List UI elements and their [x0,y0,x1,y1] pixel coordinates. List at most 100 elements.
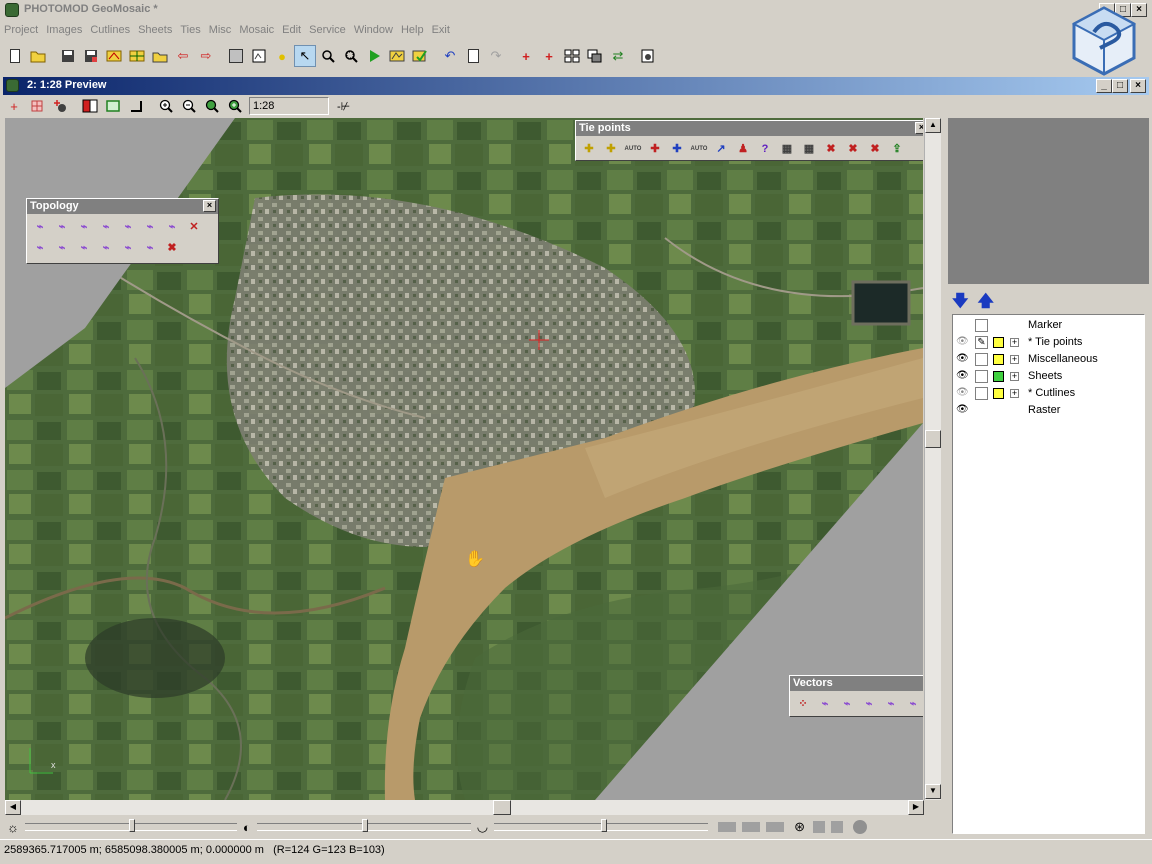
zoom-actual-icon[interactable] [224,95,246,117]
move-layer-up-icon[interactable]: 🡅 [978,293,994,310]
gamma-slider-thumb[interactable] [601,819,608,832]
layer-row[interactable]: 👁 + Miscellaneous [953,351,1143,368]
undo-icon[interactable]: ↶ [439,45,461,67]
horizontal-scrollbar[interactable]: ◀ ▶ [5,800,924,815]
topo-merge-icon[interactable]: ⌁ [51,216,73,237]
app-icon[interactable] [5,3,19,17]
save-icon[interactable] [57,45,79,67]
settings-icon[interactable] [637,45,659,67]
menu-help[interactable]: Help [397,21,428,39]
topo-reshape-icon[interactable]: ⌁ [73,216,95,237]
crosshair-icon[interactable]: + [3,95,25,117]
layer-checkbox[interactable] [975,353,988,366]
tie-person-icon[interactable]: ♟ [732,138,754,159]
disk-icon[interactable] [853,820,868,834]
topology-toolbar-title[interactable]: Topology × [27,199,218,214]
redo-icon[interactable]: ↷ [485,45,507,67]
expand-toggle[interactable]: + [1010,355,1019,364]
scroll-right-button[interactable]: ▶ [908,800,924,815]
tie-auto-icon[interactable]: AUTO [622,138,644,159]
layer-row[interactable]: Marker [953,317,1143,334]
layer-color-swatch[interactable] [993,388,1004,399]
menu-images[interactable]: Images [42,21,86,39]
scroll-left-button[interactable]: ◀ [5,800,21,815]
cutlines-icon[interactable] [103,45,125,67]
menu-ties[interactable]: Ties [176,21,204,39]
layer-row[interactable]: 👁 + * Cutlines [953,385,1143,402]
menu-mosaic[interactable]: Mosaic [235,21,278,39]
sheets-icon[interactable] [126,45,148,67]
layer-color-swatch[interactable] [993,337,1004,348]
menu-exit[interactable]: Exit [428,21,454,39]
tie-delete-all-icon[interactable]: ✖ [842,138,864,159]
menu-edit[interactable]: Edit [278,21,305,39]
topo-curve-icon[interactable]: ⌁ [117,237,139,258]
vertical-scroll-thumb[interactable] [925,430,941,448]
new-icon[interactable] [4,45,26,67]
run-icon[interactable] [363,45,385,67]
layer-view-1-icon[interactable] [813,821,826,833]
vec-select-icon[interactable]: ⌁ [902,693,923,714]
vec-polyline-icon[interactable]: ⌁ [814,693,836,714]
topo-cross-icon[interactable]: ✕ [183,216,205,237]
preview-window-icon[interactable] [6,79,19,92]
move-layer-down-icon[interactable]: 🡇 [952,293,968,310]
menu-service[interactable]: Service [305,21,350,39]
image-icon[interactable] [248,45,270,67]
topo-trim-icon[interactable]: ⌁ [95,237,117,258]
view-mode-1-icon[interactable] [718,822,737,832]
tie-plus-red-icon[interactable]: ✚ [644,138,666,159]
edit-icon[interactable] [409,45,431,67]
target-icon[interactable] [49,95,71,117]
tie-delete-icon[interactable]: ✖ [820,138,842,159]
tie-points-close-button[interactable]: × [915,122,923,134]
topo-split-icon[interactable]: ⌁ [29,216,51,237]
zoom-out-icon[interactable] [178,95,200,117]
vec-line-icon[interactable]: ⌁ [880,693,902,714]
pointer-icon[interactable]: ↖ [294,45,316,67]
tie-arrow-icon[interactable]: ↗ [710,138,732,159]
open-icon[interactable] [27,45,49,67]
tie-grid-add-icon[interactable]: ▦ [776,138,798,159]
layer-row[interactable]: 👁 Raster [953,402,1143,419]
horizontal-scroll-thumb[interactable] [493,800,511,815]
tie-points-toolbar-title[interactable]: Tie points × [576,121,923,136]
tie-add-multi-icon[interactable]: ✚ [600,138,622,159]
forward-arrow-icon[interactable]: ⇨ [195,45,217,67]
vertical-scrollbar[interactable]: ▲ ▼ [924,118,941,800]
tie-export-icon[interactable]: ⇪ [886,138,908,159]
topo-extend-icon[interactable]: ⌁ [73,237,95,258]
grid-icon[interactable] [561,45,583,67]
visibility-eye-icon[interactable]: 👁 [956,404,969,415]
add-points-icon[interactable]: + [538,45,560,67]
topo-corner-icon[interactable]: ⌁ [95,216,117,237]
topo-arch-icon[interactable]: ⌁ [161,216,183,237]
windows-icon[interactable] [584,45,606,67]
back-arrow-icon[interactable]: ⇦ [172,45,194,67]
layer-color-swatch[interactable] [993,371,1004,382]
properties-icon[interactable] [462,45,484,67]
child-close-button[interactable]: × [1130,79,1146,93]
tie-grid-remove-icon[interactable]: ▦ [798,138,820,159]
tie-auto2-icon[interactable]: AUTO [688,138,710,159]
tie-help-icon[interactable]: ? [754,138,776,159]
visibility-eye-icon[interactable]: 👁 [956,353,969,364]
scale-input[interactable] [249,97,329,115]
expand-toggle[interactable]: + [1010,372,1019,381]
child-maximize-button[interactable]: □ [1112,79,1128,93]
layer-checkbox[interactable] [975,370,988,383]
expand-toggle[interactable]: + [1010,338,1019,347]
gamma-slider[interactable] [494,819,709,832]
view-mode-2-icon[interactable] [742,822,761,832]
contrast-slider[interactable] [256,819,471,832]
topology-close-button[interactable]: × [203,200,216,212]
open-folder-icon[interactable] [149,45,171,67]
menu-cutlines[interactable]: Cutlines [86,21,134,39]
add-red-icon[interactable]: + [515,45,537,67]
zoom-region-icon[interactable] [340,45,362,67]
tie-add-icon[interactable]: ✚ [578,138,600,159]
menu-window[interactable]: Window [350,21,397,39]
vec-points-icon[interactable]: ⁘ [792,693,814,714]
edit-pen-icon[interactable]: ✎ [975,336,988,349]
visibility-eye-icon[interactable]: 👁 [956,370,969,381]
